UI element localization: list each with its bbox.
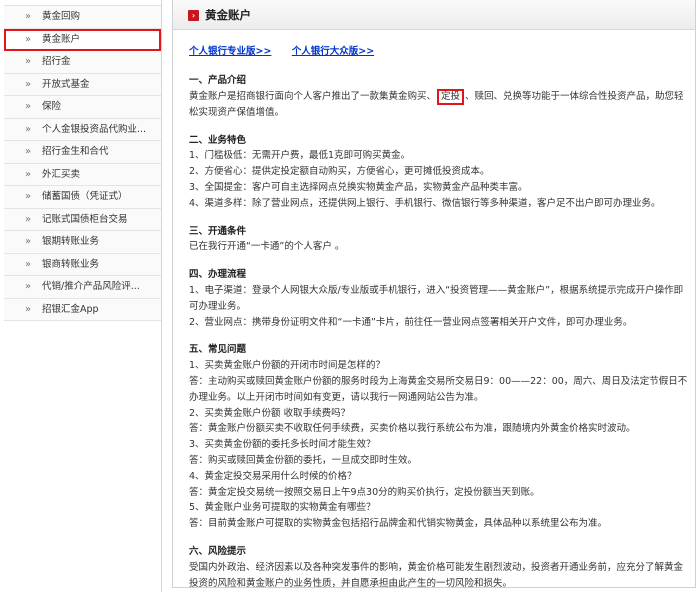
version-links: 个人银行专业版>> 个人银行大众版>> xyxy=(189,43,391,57)
process-item: 1、电子渠道：登录个人网银大众版/专业版或手机银行，进入“投资管理——黄金账户”… xyxy=(189,284,684,312)
faq-question: 1、买卖黄金账户份额的开闭市时间是怎样的？ xyxy=(189,360,386,372)
sidebar-item-gold-account[interactable]: » 黄金账户 xyxy=(4,28,161,51)
sidebar-item-label: 开放式基金 xyxy=(42,78,90,90)
article-content: 一、产品介绍 黄金账户是招商银行面向个人客户推出了一款集黄金购买、 定投 、赎回、兑… xyxy=(189,73,689,591)
faq-answer: 答：主动购买或赎回黄金账户份额的服务时段为上海黄金交易所交易日9：00——22：… xyxy=(189,375,688,403)
chevron-right-icon: » xyxy=(25,168,32,180)
sidebar-item-label: 黄金账户 xyxy=(42,33,81,45)
sidebar-item-cmb-app[interactable]: » 招银汇金App xyxy=(4,298,161,321)
section-title: 一、产品介绍 xyxy=(189,75,247,86)
sidebar-item-label: 代销/推介产品风险评... xyxy=(42,281,140,292)
chevron-right-icon: » xyxy=(25,281,32,292)
sidebar-item-label: 银商转账业务 xyxy=(42,258,100,270)
sidebar-item-label: 记账式国债柜台交易 xyxy=(42,213,128,225)
chevron-right-icon: » xyxy=(25,78,32,90)
section-title: 二、业务特色 xyxy=(189,134,247,146)
sidebar-item-insurance[interactable]: » 保险 xyxy=(4,96,161,119)
pro-version-link[interactable]: 个人银行专业版>> xyxy=(189,46,271,57)
faq-question: 4、黄金定投交易采用什么时候的价格？ xyxy=(189,470,357,482)
public-version-link[interactable]: 个人银行大众版>> xyxy=(292,46,374,57)
chevron-right-icon: » xyxy=(25,11,32,22)
sidebar: » 黄金回购 » 黄金账户 » 招行金 » 开放式基金 » 保险 » 个人金银投资品代购业.… xyxy=(4,0,162,592)
sidebar-item-bank-merchant[interactable]: » 银商转账业务 xyxy=(4,253,161,276)
faq-question: 3、买卖黄金份额的委托多长时间才能生效？ xyxy=(189,439,376,451)
faq-question: 2、买卖黄金账户份额 收取手续费吗？ xyxy=(189,407,351,419)
faq-answer: 答：黄金账户份额买卖不收取任何手续费，买卖价格以我行系统公布为准，跟随境内外黄金… xyxy=(189,423,636,435)
process-item: 2、营业网点：携带身份证明文件和“一卡通”卡片，前往任一营业网点签署相关开户文件… xyxy=(189,316,633,328)
sidebar-item-savings-bonds[interactable]: » 储蓄国债（凭证式） xyxy=(4,186,161,209)
faq-question: 5、黄金账户业务可提取的实物黄金有哪些？ xyxy=(189,502,376,514)
chevron-right-icon: » xyxy=(25,191,32,202)
sidebar-item-forex[interactable]: » 外汇买卖 xyxy=(4,163,161,186)
sidebar-item-cmb-gold[interactable]: » 招行金 xyxy=(4,51,161,74)
section-title: 六、风险提示 xyxy=(189,545,247,557)
feature-item: 1、门槛极低：无需开户费，最低1克即可购买黄金。 xyxy=(189,150,411,162)
sidebar-item-label: 保险 xyxy=(42,101,62,112)
chevron-right-icon: » xyxy=(25,236,32,247)
chevron-right-icon: » xyxy=(25,33,32,45)
section-title: 三、开通条件 xyxy=(189,225,247,237)
intro-text-part: 黄金账户是招商银行面向个人客户推出了一款集黄金购买、 xyxy=(189,90,437,102)
panel-header: › 黄金账户 xyxy=(173,0,695,30)
risk-text: 受国内外政治、经济因素以及各种突发事件的影响，黄金价格可能发生剧烈波动，投资者开… xyxy=(189,561,684,589)
chevron-right-icon: » xyxy=(25,101,32,112)
sidebar-item-label: 招行金 xyxy=(42,56,71,67)
sidebar-item-label: 银期转账业务 xyxy=(42,236,100,247)
section-title: 四、办理流程 xyxy=(189,269,247,281)
faq-answer: 答：黄金定投交易统一按照交易日上午9点30分的购买价执行，定投份额当天到账。 xyxy=(189,486,540,498)
chevron-right-icon: » xyxy=(25,303,32,315)
faq-answer: 答：购买或赎回黄金份额的委托，一旦成交即时生效。 xyxy=(189,454,418,466)
sidebar-item-gold-heyi[interactable]: » 招行金生和合代 xyxy=(4,141,161,164)
sidebar-item-gold-repurchase[interactable]: » 黄金回购 xyxy=(4,6,161,29)
chevron-right-icon: » xyxy=(25,123,32,135)
sidebar-item-label: 黄金回购 xyxy=(42,11,81,22)
play-icon: › xyxy=(188,10,199,21)
sidebar-item-precious-metals[interactable]: » 个人金银投资品代购业... xyxy=(4,118,161,141)
sidebar-item-label: 外汇买卖 xyxy=(42,168,81,180)
feature-item: 3、全国提金：客户可自主选择网点兑换实物黄金产品，实物黄金产品种类丰富。 xyxy=(189,181,528,193)
feature-item: 2、方便省心：提供定投定额自动购买，方便省心，更可摊低投资成本。 xyxy=(189,166,490,178)
sidebar-item-label: 招银汇金App xyxy=(42,303,99,315)
sidebar-item-open-fund[interactable]: » 开放式基金 xyxy=(4,73,161,96)
highlight-dingtou: 定投 xyxy=(437,88,465,105)
chevron-right-icon: » xyxy=(25,146,32,157)
sidebar-item-label: 个人金银投资品代购业... xyxy=(42,123,147,135)
main-panel: › 黄金账户 个人银行专业版>> 个人银行大众版>> 一、产品介绍 黄金账户是招… xyxy=(172,0,696,591)
chevron-right-icon: » xyxy=(25,213,32,225)
sidebar-item-book-entry-bonds[interactable]: » 记账式国债柜台交易 xyxy=(4,208,161,231)
faq-answer: 答：目前黄金账户可提取的实物黄金包括招行品牌金和代销实物黄金，具体品种以系统里公… xyxy=(189,518,608,530)
chevron-right-icon: » xyxy=(25,258,32,270)
condition-text: 已在我行开通“一卡通”的个人客户 。 xyxy=(189,241,345,253)
sidebar-item-label: 储蓄国债（凭证式） xyxy=(42,191,128,202)
section-title: 五、常见问题 xyxy=(189,344,247,356)
chevron-right-icon: » xyxy=(25,56,32,67)
intro-text: 黄金账户是招商银行面向个人客户推出了一款集黄金购买、 定投 、赎回、兑换等功能于一体… xyxy=(189,88,689,121)
sidebar-item-risk-assessment[interactable]: » 代销/推介产品风险评... xyxy=(4,276,161,299)
feature-item: 4、渠道多样：除了营业网点，还提供网上银行、手机银行、微信银行等多种渠道，客户足… xyxy=(189,197,661,209)
sidebar-item-label: 招行金生和合代 xyxy=(42,146,109,157)
page-title: 黄金账户 xyxy=(205,8,251,22)
sidebar-item-bank-futures[interactable]: » 银期转账业务 xyxy=(4,231,161,254)
